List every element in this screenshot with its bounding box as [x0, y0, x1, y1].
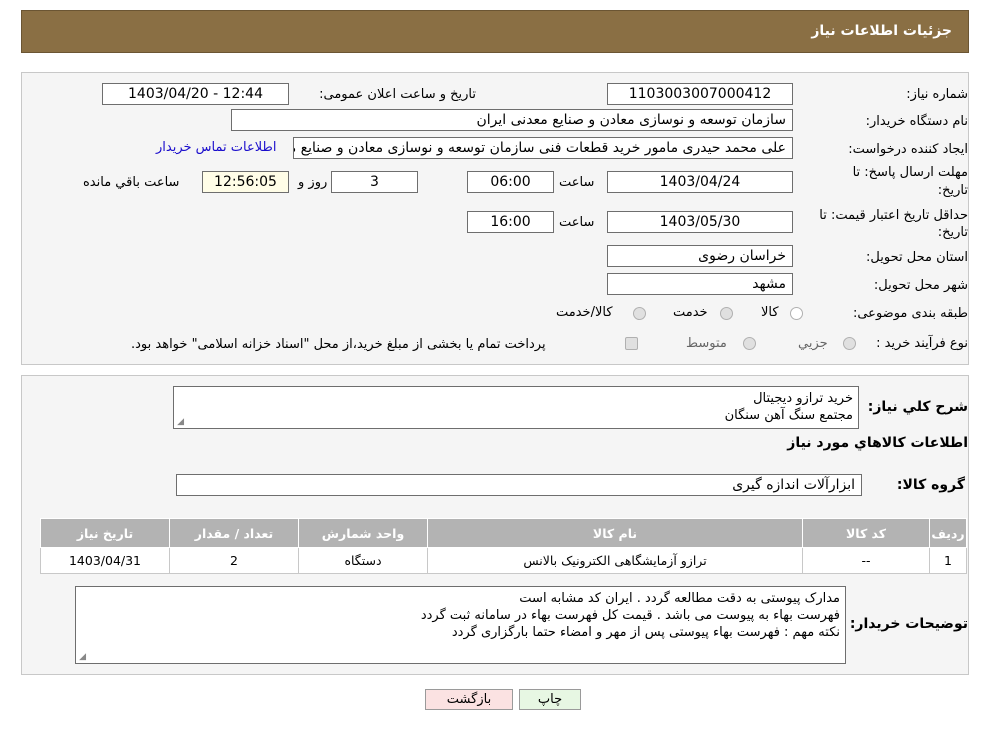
- reply-date-field: 1403/04/24: [607, 171, 793, 193]
- col-unit: واحد شمارش: [298, 518, 428, 548]
- days-label: روز و: [298, 175, 328, 190]
- purchase-option-minor: جزیي: [798, 336, 828, 351]
- reply-deadline-label: مهلت ارسال پاسخ: تا: [852, 165, 968, 180]
- purchase-note: پرداخت تمام یا بخشی از مبلغ خرید،از محل …: [131, 337, 546, 352]
- goods-info-title: اطلاعات کالاهاي مورد نياز: [787, 435, 968, 451]
- goods-group-field: ابزارآلات اندازه گیری: [176, 474, 862, 496]
- category-option-goods: کالا: [761, 305, 779, 320]
- cell-row: 1: [929, 547, 967, 574]
- cell-name: ترازو آزمایشگاهی الکترونیک بالانس: [427, 547, 803, 574]
- remaining-label: ساعت باقي مانده: [83, 175, 180, 190]
- goods-group-label: گروه کالا:: [896, 477, 965, 493]
- need-number-field: 1103003007000412: [607, 83, 793, 105]
- goods-table: ردیف کد کالا نام کالا واحد شمارش تعداد /…: [40, 518, 967, 574]
- purchase-option-medium: متوسط: [686, 336, 727, 351]
- buyer-note-line-2: فهرست بهاء به پیوست می باشد . قیمت کل فه…: [420, 608, 840, 623]
- back-button[interactable]: بازگشت: [425, 689, 513, 710]
- description-label: شرح کلي نياز:: [867, 399, 968, 415]
- creator-field: علی محمد حیدری مامور خرید قطعات فنی سازم…: [293, 137, 793, 159]
- category-label: طبقه بندی موضوعی:: [852, 306, 968, 321]
- buyer-notes-label: توضیحات خریدار:: [849, 616, 968, 632]
- category-option-goods-service: کالا/خدمت: [556, 305, 613, 320]
- buyer-org-field: سازمان توسعه و نوسازی معادن و صنایع معدن…: [231, 109, 793, 131]
- announce-datetime-field: 1403/04/20 - 12:44: [102, 83, 289, 105]
- buyer-contact-link[interactable]: اطلاعات تماس خریدار: [156, 140, 276, 155]
- reply-time-field: 06:00: [467, 171, 554, 193]
- price-validity-date-field: 1403/05/30: [607, 211, 793, 233]
- price-validity-label-date: تاریخ:: [937, 225, 968, 240]
- page-header: جزئیات اطلاعات نیاز: [21, 10, 969, 53]
- cell-need-date: 1403/04/31: [40, 547, 170, 574]
- cell-code: --: [802, 547, 930, 574]
- purchase-radio-minor[interactable]: [843, 337, 856, 350]
- col-name: نام کالا: [427, 518, 803, 548]
- print-button[interactable]: چاپ: [519, 689, 581, 710]
- need-number-label: شماره نیاز:: [906, 87, 968, 102]
- announce-datetime-label: تاریخ و ساعت اعلان عمومی:: [319, 87, 476, 102]
- price-validity-time-field: 16:00: [467, 211, 554, 233]
- province-label: استان محل تحویل:: [866, 250, 968, 265]
- remaining-time-field: 12:56:05: [202, 171, 289, 193]
- description-line-2: مجتمع سنگ آهن سنگان: [724, 408, 853, 423]
- buyer-org-label: نام دستگاه خریدار:: [865, 114, 968, 129]
- city-label: شهر محل تحویل:: [873, 278, 968, 293]
- purchase-radio-medium[interactable]: [743, 337, 756, 350]
- city-field: مشهد: [607, 273, 793, 295]
- category-radio-goods-service[interactable]: [633, 307, 646, 320]
- description-textarea: خرید ترازو دیجیتال مجتمع سنگ آهن سنگان ◢: [173, 386, 859, 429]
- reply-time-label: ساعت: [559, 175, 595, 190]
- resize-grip-icon[interactable]: ◢: [176, 418, 184, 427]
- province-field: خراسان رضوی: [607, 245, 793, 267]
- description-line-1: خرید ترازو دیجیتال: [753, 391, 853, 406]
- cell-unit: دستگاه: [298, 547, 428, 574]
- buyer-notes-textarea: مدارک پیوستی به دقت مطالعه گردد . ایران …: [75, 586, 846, 664]
- category-option-service: خدمت: [673, 305, 708, 320]
- creator-label: ایجاد کننده درخواست:: [848, 142, 968, 157]
- price-validity-label: حداقل تاریخ اعتبار قیمت: تا: [819, 208, 968, 223]
- page-title: جزئیات اطلاعات نیاز: [811, 23, 952, 39]
- resize-grip-icon[interactable]: ◢: [78, 653, 86, 662]
- purchase-type-label: نوع فرآیند خرید :: [876, 336, 968, 351]
- category-radio-service[interactable]: [720, 307, 733, 320]
- purchase-note-checkbox[interactable]: [625, 337, 638, 350]
- col-row: ردیف: [929, 518, 967, 548]
- buyer-note-line-3: نکته مهم : فهرست بهاء پیوستی پس از مهر و…: [451, 625, 840, 640]
- col-need-date: تاریخ نیاز: [40, 518, 170, 548]
- days-remaining-field: 3: [331, 171, 418, 193]
- reply-deadline-label-date: تاریخ:: [937, 183, 968, 198]
- goods-table-header: ردیف کد کالا نام کالا واحد شمارش تعداد /…: [40, 518, 967, 548]
- col-code: کد کالا: [802, 518, 930, 548]
- price-validity-time-label: ساعت: [559, 215, 595, 230]
- buyer-note-line-1: مدارک پیوستی به دقت مطالعه گردد . ایران …: [519, 591, 840, 606]
- table-row: 1 -- ترازو آزمایشگاهی الکترونیک بالانس د…: [40, 547, 967, 574]
- cell-quantity: 2: [169, 547, 299, 574]
- col-quantity: تعداد / مقدار: [169, 518, 299, 548]
- category-radio-goods[interactable]: [790, 307, 803, 320]
